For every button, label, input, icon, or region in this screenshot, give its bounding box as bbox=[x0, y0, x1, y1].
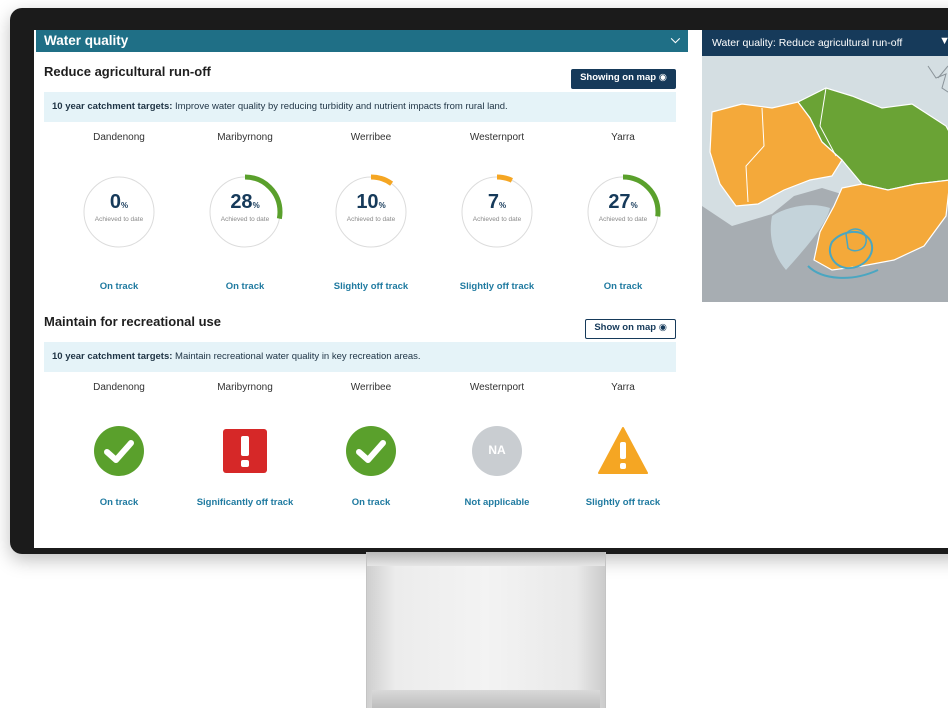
achieved-label: Achieved to date bbox=[598, 216, 648, 223]
check-circle-icon bbox=[93, 425, 145, 477]
region-name: Dandenong bbox=[93, 382, 145, 393]
status-link[interactable]: On track bbox=[56, 497, 182, 508]
goal-title: Reduce agricultural run-off bbox=[44, 64, 211, 79]
region-dandenong: Dandenong On track bbox=[56, 372, 182, 508]
progress-gauge: 10% Achieved to date bbox=[332, 173, 410, 251]
region-name: Werribee bbox=[350, 132, 392, 143]
progress-gauge: 7% Achieved to date bbox=[458, 173, 536, 251]
achieved-label: Achieved to date bbox=[94, 216, 144, 223]
monitor-stand-base bbox=[372, 690, 600, 708]
status-link[interactable]: Slightly off track bbox=[308, 281, 434, 292]
target-text: Improve water quality by reducing turbid… bbox=[175, 101, 508, 112]
goal-header: Maintain for recreational use Show on ma… bbox=[36, 302, 688, 342]
region-name: Yarra bbox=[611, 382, 635, 393]
monitor-frame: Water quality ⌵ Reduce agricultural run-… bbox=[10, 8, 948, 554]
region-yarra: Yarra 27% Achieved to date On track bbox=[560, 122, 686, 292]
progress-value: 7 bbox=[487, 191, 499, 213]
map-layer-dropdown[interactable]: Water quality: Reduce agricultural run-o… bbox=[702, 30, 948, 56]
progress-regions: Dandenong 0% Achieved to date On track M… bbox=[36, 122, 688, 302]
water-quality-accordion[interactable]: Water quality ⌵ bbox=[36, 30, 688, 52]
region-name: Yarra bbox=[611, 132, 635, 143]
chevron-down-icon[interactable]: ⌵ bbox=[671, 32, 680, 47]
caret-down-icon[interactable]: ▼ bbox=[939, 35, 948, 47]
catchment-map[interactable] bbox=[702, 56, 948, 302]
status-link[interactable]: Slightly off track bbox=[560, 497, 686, 508]
exclamation-square-icon bbox=[219, 425, 271, 477]
region-westernport: Westernport NA Not applicable bbox=[434, 372, 560, 508]
status-link[interactable]: On track bbox=[182, 281, 308, 292]
monitor-stand bbox=[366, 552, 606, 708]
section-title: Water quality bbox=[44, 33, 129, 48]
target-label: 10 year catchment targets: bbox=[52, 351, 173, 362]
target-label: 10 year catchment targets: bbox=[52, 101, 173, 112]
goal-title: Maintain for recreational use bbox=[44, 314, 221, 329]
map-panel: Water quality: Reduce agricultural run-o… bbox=[702, 30, 948, 548]
achieved-label: Achieved to date bbox=[220, 216, 270, 223]
progress-gauge: 28% Achieved to date bbox=[206, 173, 284, 251]
region-werribee: Werribee On track bbox=[308, 372, 434, 508]
region-name: Werribee bbox=[350, 382, 392, 393]
region-name: Westernport bbox=[469, 382, 525, 393]
progress-value: 0 bbox=[109, 191, 121, 213]
region-name: Maribyrnong bbox=[217, 132, 273, 143]
globe-icon: ◉ bbox=[658, 72, 667, 83]
progress-value: 28 bbox=[230, 191, 253, 213]
progress-value: 10 bbox=[356, 191, 379, 213]
check-circle-icon bbox=[345, 425, 397, 477]
status-link[interactable]: On track bbox=[56, 281, 182, 292]
map-title: Water quality: Reduce agricultural run-o… bbox=[712, 37, 903, 49]
goal-header: Reduce agricultural run-off Showing on m… bbox=[36, 52, 688, 92]
showing-on-map-button[interactable]: Showing on map ◉ bbox=[571, 69, 676, 89]
progress-value: 27 bbox=[608, 191, 631, 213]
achieved-label: Achieved to date bbox=[346, 216, 396, 223]
target-box: 10 year catchment targets: Improve water… bbox=[44, 92, 676, 122]
region-westernport: Westernport 7% Achieved to date Slightly… bbox=[434, 122, 560, 292]
region-maribyrnong: Maribyrnong 28% Achieved to date On trac… bbox=[182, 122, 308, 292]
region-werribee: Werribee 10% Achieved to date Slightly o… bbox=[308, 122, 434, 292]
status-link[interactable]: On track bbox=[560, 281, 686, 292]
show-on-map-button[interactable]: Show on map ◉ bbox=[585, 319, 676, 339]
region-maribyrnong: Maribyrnong Significantly off track bbox=[182, 372, 308, 508]
screen: Water quality ⌵ Reduce agricultural run-… bbox=[34, 30, 948, 548]
region-yarra: Yarra Slightly off track bbox=[560, 372, 686, 508]
region-name: Dandenong bbox=[93, 132, 145, 143]
na-circle-icon: NA bbox=[471, 425, 523, 477]
progress-gauge: 0% Achieved to date bbox=[80, 173, 158, 251]
region-name: Maribyrnong bbox=[217, 382, 273, 393]
status-link[interactable]: Significantly off track bbox=[182, 497, 308, 508]
na-label: NA bbox=[488, 443, 506, 457]
region-name: Westernport bbox=[469, 132, 525, 143]
status-link[interactable]: Not applicable bbox=[434, 497, 560, 508]
region-dandenong: Dandenong 0% Achieved to date On track bbox=[56, 122, 182, 292]
status-regions: Dandenong On track Maribyrnong Significa… bbox=[36, 372, 688, 522]
progress-gauge: 27% Achieved to date bbox=[584, 173, 662, 251]
achieved-label: Achieved to date bbox=[472, 216, 522, 223]
globe-icon: ◉ bbox=[658, 322, 667, 333]
status-link[interactable]: On track bbox=[308, 497, 434, 508]
warning-triangle-icon bbox=[597, 425, 649, 477]
target-box: 10 year catchment targets: Maintain recr… bbox=[44, 342, 676, 372]
dashboard-panel: Water quality ⌵ Reduce agricultural run-… bbox=[36, 30, 688, 548]
status-link[interactable]: Slightly off track bbox=[434, 281, 560, 292]
target-text: Maintain recreational water quality in k… bbox=[175, 351, 421, 362]
